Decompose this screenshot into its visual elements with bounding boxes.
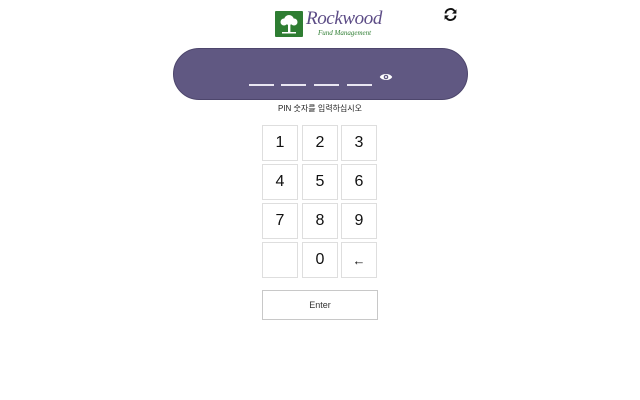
keypad-key-2[interactable]: 2 <box>302 125 338 161</box>
pin-display <box>173 48 468 100</box>
rockwood-logo: Rockwood Fund Management <box>275 8 382 39</box>
keypad-key-1[interactable]: 1 <box>262 125 298 161</box>
eye-icon[interactable] <box>379 69 393 80</box>
tree-logo-icon <box>275 11 303 37</box>
brand-name: Rockwood <box>306 8 382 29</box>
pin-digit-slot <box>347 84 372 86</box>
keypad-key-8[interactable]: 8 <box>302 203 338 239</box>
pin-digit-slot <box>314 84 339 86</box>
keypad-key-6[interactable]: 6 <box>341 164 377 200</box>
pin-digit-slot <box>281 84 306 86</box>
refresh-icon[interactable] <box>443 7 458 22</box>
enter-button[interactable]: Enter <box>262 290 378 320</box>
keypad-key-3[interactable]: 3 <box>341 125 377 161</box>
keypad-key-9[interactable]: 9 <box>341 203 377 239</box>
keypad-key-0[interactable]: 0 <box>302 242 338 278</box>
keypad-key-blank <box>262 242 298 278</box>
keypad-key-7[interactable]: 7 <box>262 203 298 239</box>
keypad-key-4[interactable]: 4 <box>262 164 298 200</box>
keypad-backspace-button[interactable]: ← <box>341 242 377 278</box>
pin-prompt: PIN 숫자를 입력하십시오 <box>277 104 363 113</box>
keypad-key-5[interactable]: 5 <box>302 164 338 200</box>
brand-tagline: Fund Management <box>318 29 372 37</box>
pin-digit-slot <box>249 84 274 86</box>
